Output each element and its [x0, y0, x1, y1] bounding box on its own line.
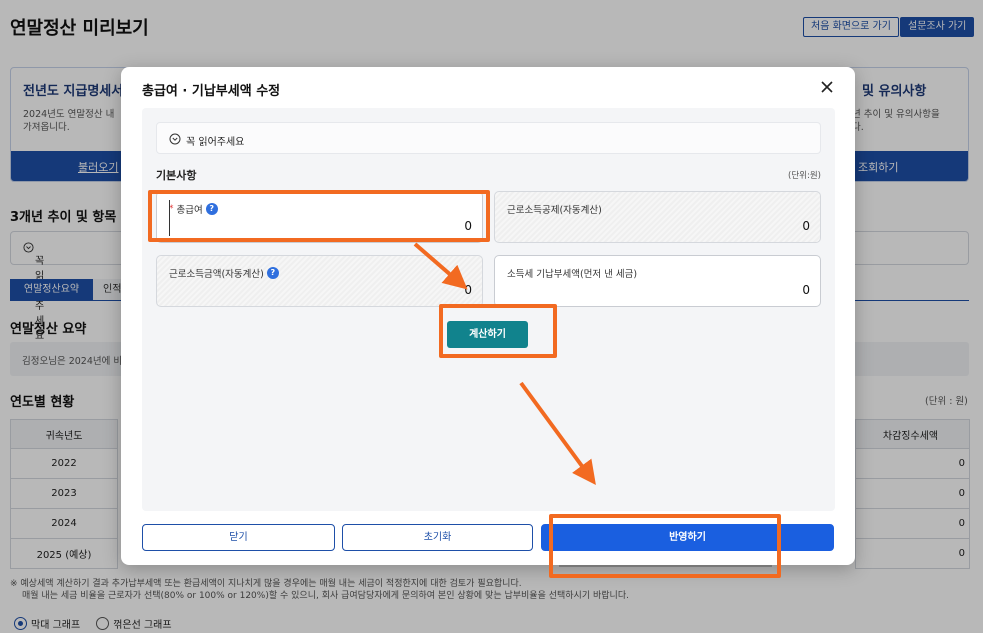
help-icon[interactable]: ? [266, 267, 279, 279]
close-button[interactable]: 닫기 [142, 524, 335, 551]
earned-income-deduction-value: 0 [802, 219, 810, 233]
highlight-total-salary [148, 190, 490, 242]
close-icon[interactable] [818, 78, 836, 96]
earned-income-amount-label: 근로소득금액(자동계산) ? [169, 266, 279, 280]
modal-readme-expander[interactable]: 꼭 읽어주세요 [156, 122, 821, 154]
basic-section-label: 기본사항 [156, 169, 197, 182]
prepaid-tax-field[interactable]: 소득세 기납부세액(먼저 낸 세금) 0 [494, 255, 821, 307]
earned-income-amount-value: 0 [464, 283, 472, 297]
modal-readme-label: 꼭 읽어주세요 [186, 137, 245, 148]
highlight-apply [549, 514, 781, 578]
reset-button[interactable]: 초기화 [342, 524, 533, 551]
prepaid-tax-value: 0 [802, 283, 810, 297]
earned-income-deduction-label: 근로소득공제(자동계산) [507, 205, 602, 216]
prepaid-tax-label: 소득세 기납부세액(먼저 낸 세금) [507, 269, 638, 280]
highlight-calculate [439, 304, 557, 358]
chevron-circle-icon [169, 133, 181, 145]
earned-income-amount-field: 근로소득금액(자동계산) ? 0 [156, 255, 483, 307]
earned-income-deduction-field: 근로소득공제(자동계산) 0 [494, 191, 821, 243]
modal-title: 총급여 · 기납부세액 수정 [142, 84, 281, 99]
unit-label: (단위:원) [788, 171, 821, 181]
